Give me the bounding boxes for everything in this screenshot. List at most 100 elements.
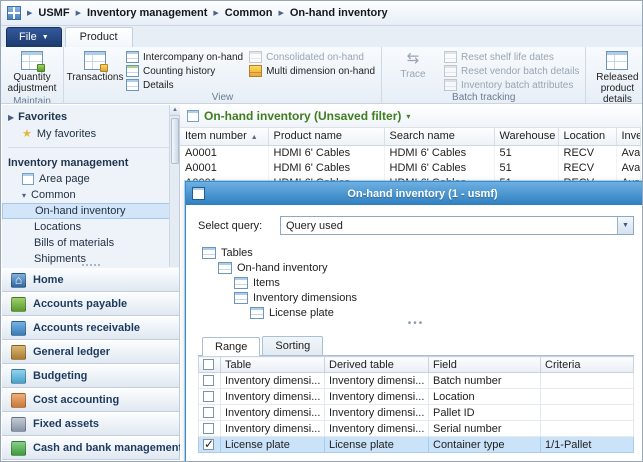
intercompany-onhand-button[interactable]: Intercompany on-hand (123, 50, 246, 64)
multi-dimension-onhand-button[interactable]: Multi dimension on-hand (246, 64, 378, 78)
table-row[interactable]: A0001HDMI 6' CablesHDMI 6' Cables51RECVA… (180, 160, 641, 175)
address-bar: ▶ USMF ▶ Inventory management ▶ Common ▶… (1, 1, 642, 26)
row-checkbox[interactable] (203, 439, 214, 450)
tree-node-inventory-dimensions[interactable]: Inventory dimensions (200, 290, 634, 305)
tree-node-items[interactable]: Items (200, 275, 634, 290)
file-menu-button[interactable]: File ▼ (6, 27, 62, 47)
sidebar-scrollbar[interactable]: ▲ (169, 105, 179, 267)
tab-sorting[interactable]: Sorting (262, 336, 323, 355)
breadcrumb-page[interactable]: On-hand inventory (290, 7, 388, 19)
divider (8, 147, 173, 148)
scrollbar-thumb[interactable] (171, 118, 179, 164)
breadcrumb-module[interactable]: Inventory management (87, 7, 207, 19)
nav-button-home[interactable]: ⌂ Home (2, 268, 179, 292)
nav-button-cash-and-bank[interactable]: Cash and bank management (2, 436, 179, 460)
scroll-up-icon[interactable]: ▲ (170, 105, 180, 116)
table-icon (234, 277, 248, 289)
inventory-batch-attributes-button: Inventory batch attributes (441, 78, 582, 92)
details-button[interactable]: Details (123, 78, 246, 92)
checkbox-icon[interactable] (203, 359, 214, 370)
criteria-field[interactable] (541, 389, 634, 405)
criteria-field[interactable] (541, 405, 634, 421)
nav-button-accounts-receivable[interactable]: Accounts receivable (2, 316, 179, 340)
col-derived-table: Derived table (325, 357, 429, 373)
favorites-section-header[interactable]: ▶ Favorites (2, 109, 179, 125)
table-icon (202, 247, 216, 259)
ribbon-tab-bar: File ▼ Product (1, 26, 642, 47)
group-label-batch-tracking: Batch tracking (385, 92, 582, 103)
table-icon (218, 262, 232, 274)
sidebar-group-common[interactable]: ▾ Common (2, 187, 179, 203)
reset-vendor-batch-icon (444, 65, 457, 77)
col-location[interactable]: Location (558, 128, 616, 145)
nav-button-general-ledger[interactable]: General ledger (2, 340, 179, 364)
tree-node-tables[interactable]: Tables (200, 245, 634, 260)
row-checkbox[interactable] (203, 423, 214, 434)
table-row[interactable]: Inventory dimensi... Inventory dimensi..… (199, 373, 634, 389)
trace-icon: ⇆ (402, 51, 424, 66)
col-warehouse[interactable]: Warehouse (494, 128, 558, 145)
sidebar-item-my-favorites[interactable]: ★ My favorites (2, 125, 179, 142)
sidebar-item-bills-of-materials[interactable]: Bills of materials (2, 235, 179, 251)
transactions-button[interactable]: Transactions (67, 49, 123, 85)
chevron-down-icon[interactable]: ▼ (617, 217, 633, 234)
grid-header-row: Item number▲ Product name Search name Wa… (180, 128, 641, 145)
tab-product[interactable]: Product (65, 27, 133, 47)
select-query-label: Select query: (198, 220, 274, 232)
dialog-title-bar[interactable]: On-hand inventory (1 - usmf) (186, 182, 643, 205)
filter-dropdown-icon[interactable]: ▾ (406, 112, 410, 121)
table-row[interactable]: Inventory dimensi... Inventory dimensi..… (199, 405, 634, 421)
ribbon-group-product-details: Released product details Product details (586, 47, 642, 103)
criteria-field[interactable] (541, 373, 634, 389)
table-row[interactable]: Inventory dimensi... Inventory dimensi..… (199, 389, 634, 405)
released-product-details-icon (606, 51, 628, 70)
table-icon (234, 292, 248, 304)
home-icon: ⌂ (11, 273, 26, 288)
criteria-field[interactable] (541, 421, 634, 437)
quantity-adjustment-button[interactable]: Quantity adjustment (4, 49, 60, 96)
table-row-selected[interactable]: License plate License plate Container ty… (199, 437, 634, 453)
breadcrumb-arrow-icon: ▶ (212, 9, 219, 17)
details-icon (126, 79, 139, 91)
nav-button-accounts-payable[interactable]: Accounts payable (2, 292, 179, 316)
module-header: Inventory management (2, 155, 179, 171)
counting-history-button[interactable]: Counting history (123, 64, 246, 78)
breadcrumb-arrow-icon: ▶ (277, 9, 284, 17)
list-page-title[interactable]: On-hand inventory (Unsaved filter) (204, 109, 401, 123)
breadcrumb-company[interactable]: USMF (38, 7, 69, 19)
row-checkbox[interactable] (203, 391, 214, 402)
criteria-field[interactable]: 1/1-Pallet (541, 437, 634, 453)
nav-button-budgeting[interactable]: Budgeting (2, 364, 179, 388)
sidebar-item-area-page[interactable]: Area page (2, 171, 179, 187)
splitter-handle[interactable]: ••• (198, 320, 634, 330)
row-checkbox[interactable] (203, 407, 214, 418)
sidebar-item-locations[interactable]: Locations (2, 219, 179, 235)
ribbon: Quantity adjustment Maintain Transaction… (1, 47, 642, 104)
breadcrumb-area[interactable]: Common (225, 7, 273, 19)
col-table: Table (221, 357, 325, 373)
nav-button-cost-accounting[interactable]: Cost accounting (2, 388, 179, 412)
released-product-details-button[interactable]: Released product details (589, 49, 642, 104)
col-inventory-status[interactable]: Inventory sta... (616, 128, 641, 145)
table-row[interactable]: Inventory dimensi... Inventory dimensi..… (199, 421, 634, 437)
table-row[interactable]: A0001HDMI 6' CablesHDMI 6' Cables51RECVA… (180, 145, 641, 160)
ribbon-group-batch-tracking: ⇆ Trace Reset shelf life dates Reset ven… (382, 47, 586, 103)
row-checkbox[interactable] (203, 375, 214, 386)
col-item-number[interactable]: Item number▲ (180, 128, 268, 145)
tree-node-onhand-inventory[interactable]: On-hand inventory (200, 260, 634, 275)
budgeting-icon (11, 369, 26, 384)
col-product-name[interactable]: Product name (268, 128, 384, 145)
navigation-pane: ▲ ▶ Favorites ★ My favorites Inventory m… (2, 105, 180, 460)
col-search-name[interactable]: Search name (384, 128, 494, 145)
query-dialog: On-hand inventory (1 - usmf) Select quer… (185, 181, 643, 462)
range-grid: Table Derived table Field Criteria Inven… (198, 356, 634, 453)
select-query-combobox[interactable]: Query used ▼ (280, 216, 634, 235)
col-field: Field (429, 357, 541, 373)
sidebar-item-on-hand-inventory[interactable]: On-hand inventory (2, 203, 179, 219)
nav-button-fixed-assets[interactable]: Fixed assets (2, 412, 179, 436)
col-select (199, 357, 221, 373)
list-page-icon (187, 110, 199, 122)
tab-range[interactable]: Range (202, 337, 260, 356)
ribbon-group-maintain: Quantity adjustment Maintain (1, 47, 64, 103)
cost-accounting-icon (11, 393, 26, 408)
